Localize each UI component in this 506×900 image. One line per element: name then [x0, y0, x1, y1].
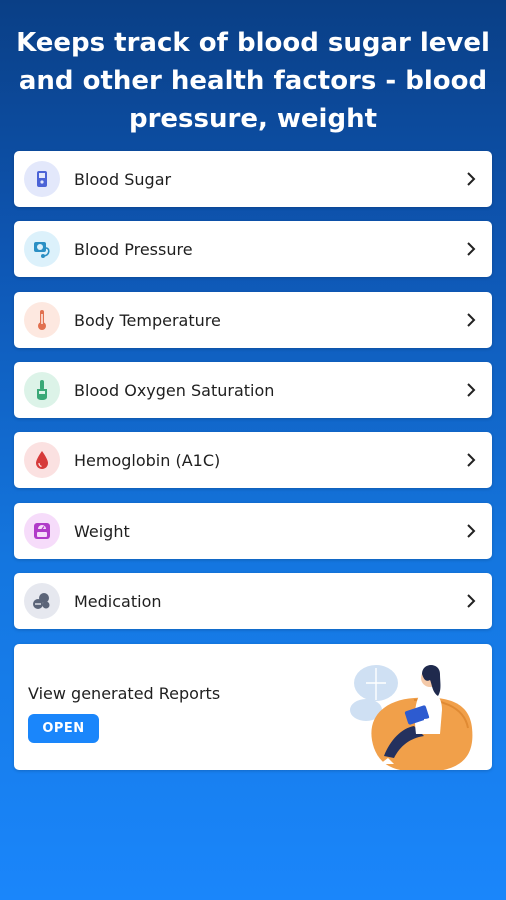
- menu-item-blood-oxygen-saturation[interactable]: Blood Oxygen Saturation: [14, 362, 492, 418]
- blood-drop-icon: [24, 442, 60, 478]
- weighing-scale-icon: [24, 513, 60, 549]
- thermometer-icon: [24, 302, 60, 338]
- chevron-right-icon: [466, 170, 478, 188]
- menu-item-body-temperature[interactable]: Body Temperature: [14, 292, 492, 348]
- page-headline: Keeps track of blood sugar level and oth…: [16, 28, 490, 134]
- finger-oximeter-icon: [24, 372, 60, 408]
- chevron-right-icon: [466, 240, 478, 258]
- menu-item-label: Hemoglobin (A1C): [74, 450, 221, 470]
- menu-item-label: Blood Oxygen Saturation: [74, 380, 275, 400]
- menu-item-blood-pressure[interactable]: Blood Pressure: [14, 221, 492, 277]
- chevron-right-icon: [466, 381, 478, 399]
- chevron-right-icon: [466, 451, 478, 469]
- chevron-right-icon: [466, 522, 478, 540]
- open-reports-button[interactable]: OPEN: [28, 714, 99, 743]
- chevron-right-icon: [466, 311, 478, 329]
- menu-item-hemoglobin[interactable]: Hemoglobin (A1C): [14, 432, 492, 488]
- menu-item-label: Blood Pressure: [74, 239, 193, 259]
- menu-item-label: Body Temperature: [74, 310, 221, 330]
- reports-card: View generated Reports OPEN: [14, 644, 492, 770]
- menu-item-medication[interactable]: Medication: [14, 573, 492, 629]
- menu-item-label: Blood Sugar: [74, 169, 172, 189]
- blood-pressure-monitor-icon: [24, 231, 60, 267]
- chevron-right-icon: [466, 592, 478, 610]
- menu-item-label: Weight: [74, 521, 130, 541]
- pills-icon: [24, 583, 60, 619]
- menu-item-blood-sugar[interactable]: Blood Sugar: [14, 151, 492, 207]
- reports-title: View generated Reports: [28, 684, 221, 703]
- woman-on-beanbag-illustration: [344, 648, 484, 770]
- menu-item-label: Medication: [74, 591, 162, 611]
- glucometer-icon: [24, 161, 60, 197]
- menu-item-weight[interactable]: Weight: [14, 503, 492, 559]
